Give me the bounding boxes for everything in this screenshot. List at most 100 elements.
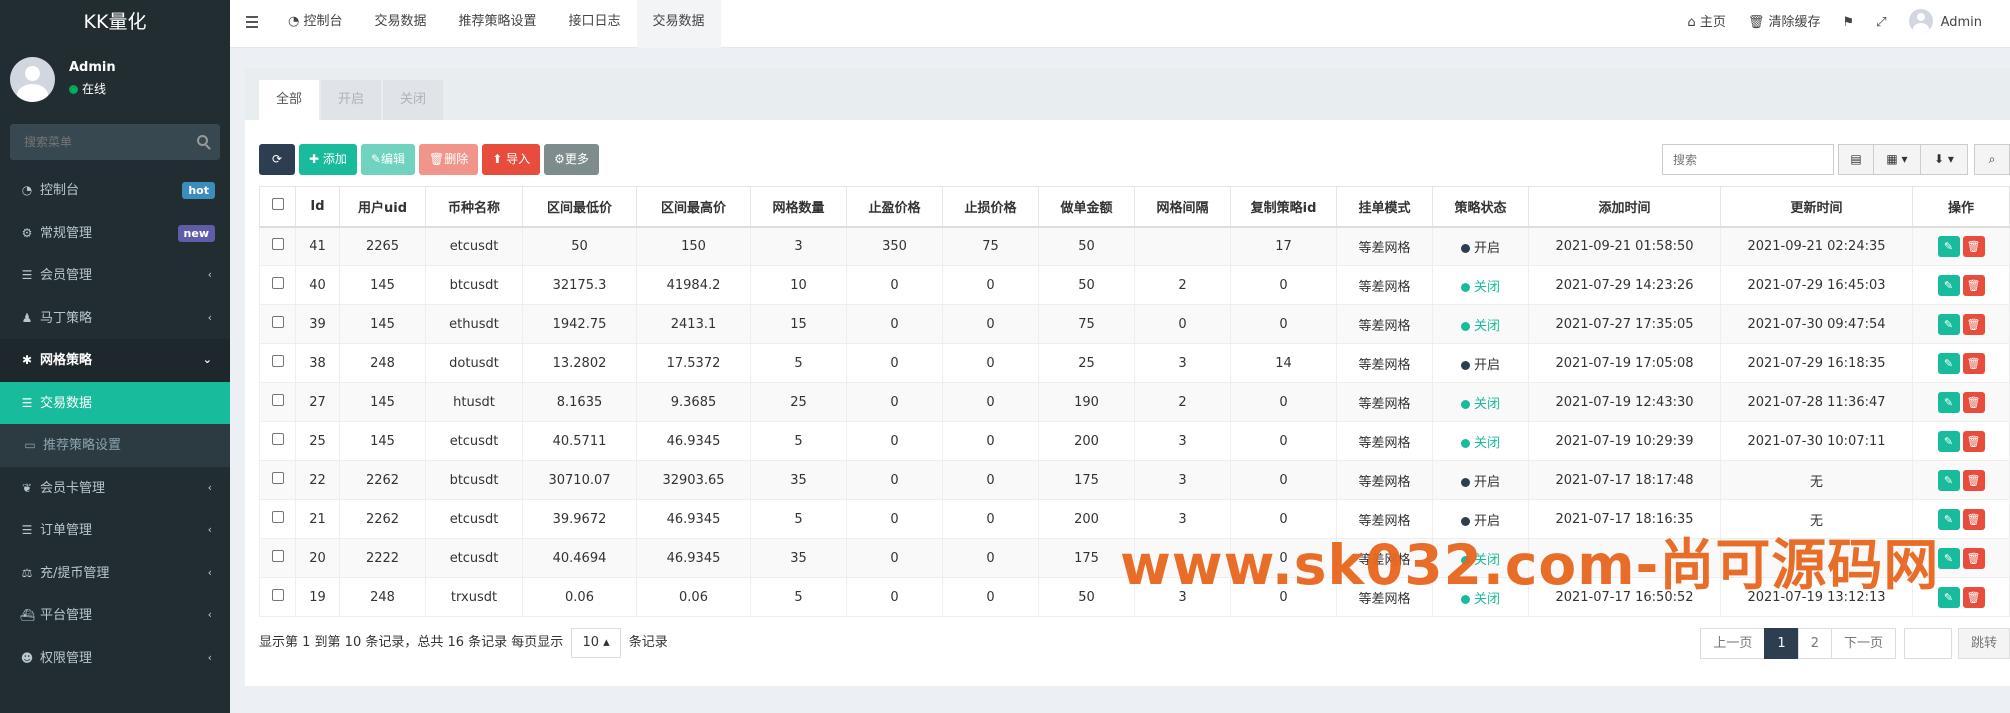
col-sl[interactable]: 止损价格	[942, 186, 1039, 228]
jump-page-input[interactable]	[1903, 628, 1952, 659]
tab-trade-data-active[interactable]: 交易数据	[636, 0, 721, 48]
status-badge[interactable]: 关闭	[1460, 397, 1500, 412]
sidebar-item-platform[interactable]: ⛴ 平台管理 ‹	[0, 594, 230, 637]
tab-recommend[interactable]: 推荐策略设置	[443, 0, 553, 48]
menu-search-input[interactable]	[10, 124, 190, 160]
sidebar-item-cards[interactable]: ❦ 会员卡管理 ‹	[0, 467, 230, 510]
export-button[interactable]: ⬇ ▾	[1920, 144, 1968, 175]
sidebar-item-recommend[interactable]: ▭ 推荐策略设置	[0, 424, 230, 467]
language-icon[interactable]: ⚑	[1832, 0, 1866, 48]
col-grids[interactable]: 网格数量	[750, 186, 847, 228]
edit-row-button[interactable]: ✎	[1937, 508, 1960, 530]
edit-row-button[interactable]: ✎	[1937, 352, 1960, 374]
columns-button[interactable]: ▦ ▾	[1873, 144, 1921, 175]
row-checkbox[interactable]	[271, 316, 284, 328]
col-amount[interactable]: 做单金额	[1038, 186, 1135, 228]
fullscreen-icon[interactable]: ⤢	[1865, 0, 1897, 48]
search-icon[interactable]	[197, 135, 208, 146]
table-row[interactable]: 40 145 btcusdt 32175.3 41984.2 10 0 0 50 2 0 等差网格 关闭…	[259, 265, 2010, 305]
tab-closed[interactable]: 关闭	[383, 80, 444, 120]
add-button[interactable]: ✚ 添加	[299, 144, 357, 175]
col-created[interactable]: 添加时间	[1528, 186, 1721, 228]
delete-row-button[interactable]: 🗑	[1962, 313, 1985, 335]
delete-row-button[interactable]: 🗑	[1962, 274, 1985, 296]
table-row[interactable]: 39 145 ethusdt 1942.75 2413.1 15 0 0 75 0 0 等差网格 关闭 2…	[259, 304, 2010, 344]
sidebar-item-grid[interactable]: ✱ 网格策略 ⌄	[0, 339, 230, 382]
table-row[interactable]: 38 248 dotusdt 13.2802 17.5372 5 0 0 25 3 14 等差网格 开启…	[259, 343, 2010, 383]
delete-row-button[interactable]: 🗑	[1962, 352, 1985, 374]
tab-all[interactable]: 全部	[259, 80, 320, 120]
status-badge[interactable]: 关闭	[1460, 319, 1500, 334]
edit-row-button[interactable]: ✎	[1937, 313, 1960, 335]
col-uid[interactable]: 用户uid	[339, 186, 426, 228]
home-link[interactable]: ⌂ 主页	[1676, 0, 1736, 48]
delete-row-button[interactable]: 🗑	[1962, 469, 1985, 491]
import-button[interactable]: ⬆ 导入	[482, 144, 541, 175]
page-1-button[interactable]: 1	[1764, 628, 1799, 659]
edit-row-button[interactable]: ✎	[1937, 547, 1960, 569]
row-checkbox[interactable]	[271, 355, 284, 367]
table-search-input[interactable]	[1662, 144, 1834, 175]
sidebar-item-martin[interactable]: ♟ 马丁策略 ‹	[0, 297, 230, 340]
col-updated[interactable]: 更新时间	[1720, 186, 1913, 228]
row-checkbox[interactable]	[271, 472, 284, 484]
col-mode[interactable]: 挂单模式	[1336, 186, 1433, 228]
delete-row-button[interactable]: 🗑	[1962, 391, 1985, 413]
next-page-button[interactable]: 下一页	[1830, 628, 1896, 659]
col-id[interactable]: Id	[295, 186, 340, 228]
tab-trade-data[interactable]: 交易数据	[359, 0, 443, 48]
table-row[interactable]: 22 2262 btcusdt 30710.07 32903.65 35 0 0 175 3 0 等差…	[259, 460, 2010, 500]
col-coin[interactable]: 币种名称	[425, 186, 523, 228]
col-tp[interactable]: 止盈价格	[846, 186, 943, 228]
edit-row-button[interactable]: ✎	[1937, 430, 1960, 452]
admin-menu[interactable]: Admin	[1898, 0, 2010, 48]
status-badge[interactable]: 关闭	[1460, 436, 1500, 451]
col-low[interactable]: 区间最低价	[522, 186, 637, 228]
row-checkbox[interactable]	[271, 589, 284, 601]
edit-button[interactable]: ✎编辑	[360, 144, 415, 175]
edit-row-button[interactable]: ✎	[1937, 274, 1960, 296]
delete-row-button[interactable]: 🗑	[1962, 430, 1985, 452]
more-button[interactable]: ⚙更多	[544, 144, 599, 175]
delete-button[interactable]: 🗑删除	[418, 144, 479, 175]
status-badge[interactable]: 开启	[1460, 475, 1500, 490]
status-badge[interactable]: 开启	[1460, 358, 1500, 373]
status-badge[interactable]: 开启	[1460, 241, 1500, 256]
tab-api-log[interactable]: 接口日志	[553, 0, 637, 48]
delete-row-button[interactable]: 🗑	[1962, 547, 1985, 569]
toggle-view-button[interactable]: ▤	[1838, 144, 1874, 175]
delete-row-button[interactable]: 🗑	[1962, 586, 1985, 608]
tab-open[interactable]: 开启	[321, 80, 382, 120]
jump-button[interactable]: 跳转	[1957, 628, 2010, 659]
sidebar-item-dashboard[interactable]: ◔ 控制台 hot	[0, 169, 230, 212]
table-row[interactable]: 25 145 etcusdt 40.5711 46.9345 5 0 0 200 3 0 等差网格 关闭…	[259, 421, 2010, 461]
col-status[interactable]: 策略状态	[1432, 186, 1529, 228]
sidebar-item-members[interactable]: ☰ 会员管理 ‹	[0, 254, 230, 297]
app-logo[interactable]: KK量化	[0, 0, 230, 45]
col-copy-id[interactable]: 复制策略id	[1230, 186, 1337, 228]
table-row[interactable]: 27 145 htusdt 8.1635 9.3685 25 0 0 190 2 0 等差网格 关闭 20…	[259, 382, 2010, 422]
edit-row-button[interactable]: ✎	[1937, 469, 1960, 491]
page-2-button[interactable]: 2	[1797, 628, 1832, 659]
search-button[interactable]: ⌕	[1974, 144, 2010, 175]
page-size-select[interactable]: 10 ▴	[571, 628, 621, 658]
table-row[interactable]: 41 2265 etcusdt 50 150 3 350 75 50 17 等差网格 开启 2021-0…	[259, 226, 2010, 266]
row-checkbox[interactable]	[271, 394, 284, 406]
delete-row-button[interactable]: 🗑	[1962, 235, 1985, 257]
row-checkbox[interactable]	[271, 433, 284, 445]
edit-row-button[interactable]: ✎	[1937, 235, 1960, 257]
edit-row-button[interactable]: ✎	[1937, 586, 1960, 608]
prev-page-button[interactable]: 上一页	[1700, 628, 1766, 659]
row-checkbox[interactable]	[271, 238, 284, 251]
menu-toggle-icon[interactable]	[246, 16, 258, 31]
sidebar-item-deposit[interactable]: ⚖ 充/提币管理 ‹	[0, 552, 230, 595]
status-badge[interactable]: 关闭	[1460, 280, 1500, 295]
row-checkbox[interactable]	[271, 277, 284, 289]
clear-cache-link[interactable]: 🗑 清除缓存	[1737, 0, 1832, 48]
col-high[interactable]: 区间最高价	[636, 186, 751, 228]
sidebar-item-trade-data[interactable]: ☰ 交易数据	[0, 381, 230, 424]
row-checkbox[interactable]	[271, 550, 284, 562]
refresh-button[interactable]: ⟳	[259, 144, 295, 175]
select-all-checkbox[interactable]	[271, 198, 284, 211]
col-interval[interactable]: 网格间隔	[1134, 186, 1231, 228]
